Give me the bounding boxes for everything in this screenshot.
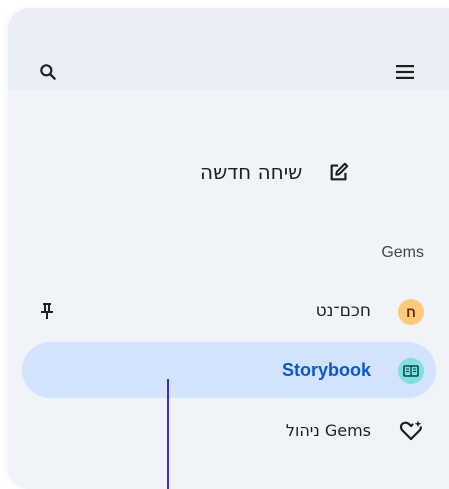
- manage-gems-item[interactable]: ניהול Gems: [22, 403, 436, 459]
- main-menu-button[interactable]: [385, 52, 425, 92]
- gems-section-title: Gems: [381, 244, 424, 261]
- text-cursor-line: [167, 379, 169, 489]
- hamburger-menu-icon: [396, 65, 414, 79]
- gem-item-label: Storybook: [281, 360, 371, 380]
- gem-item-storybook[interactable]: Storybook: [22, 342, 436, 398]
- pin-icon[interactable]: [36, 300, 58, 322]
- search-icon: [38, 62, 58, 82]
- new-chat-button[interactable]: שיחה חדשה: [200, 150, 440, 194]
- gem-item-chacham-net[interactable]: חכם־נט ח: [22, 283, 436, 339]
- gem-item-label: חכם־נט: [315, 301, 371, 321]
- gem-avatar: ח: [398, 299, 424, 325]
- edit-pencil-icon: [328, 161, 350, 183]
- manage-gems-label: ניהול Gems: [285, 421, 371, 440]
- heart-sparkle-icon: [398, 418, 424, 444]
- new-chat-label: שיחה חדשה: [200, 160, 303, 184]
- search-button[interactable]: [28, 52, 68, 92]
- book-icon: [398, 358, 424, 384]
